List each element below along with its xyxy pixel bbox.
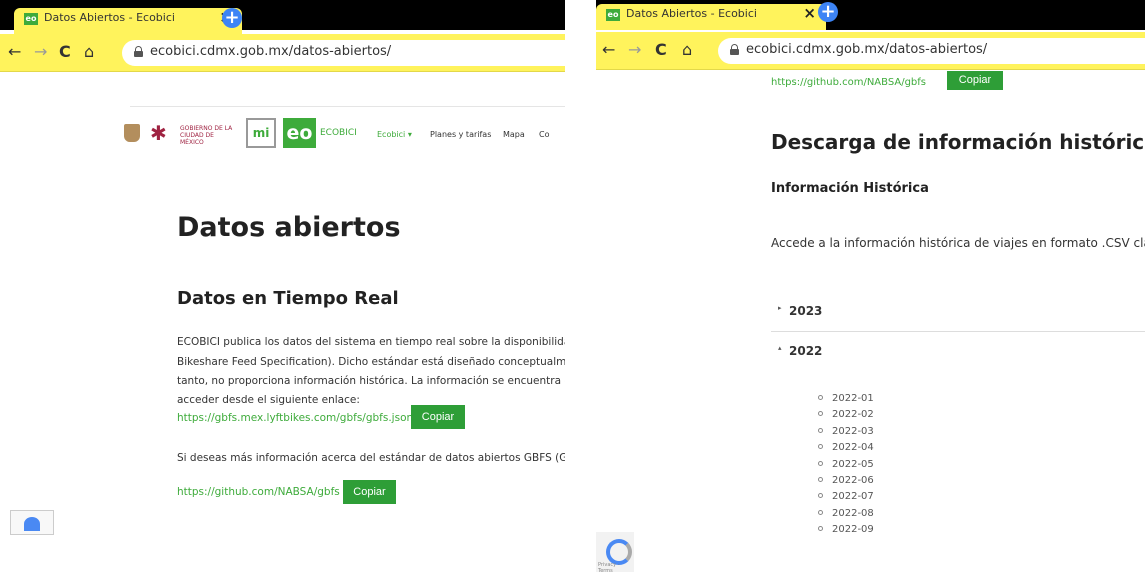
copy-github-button[interactable]: Copiar — [947, 71, 1003, 90]
paragraph-line: ECOBICI publica los datos del sistema en… — [177, 336, 565, 348]
bullet-icon — [818, 411, 823, 417]
ecobici-logo[interactable]: eo — [283, 118, 316, 148]
section-title: Descarga de información histórica — [771, 130, 1145, 154]
mi-logo: mi — [246, 118, 276, 148]
ecobici-favicon: eo — [606, 9, 620, 21]
url-text: ecobici.cdmx.gob.mx/datos-abiertos/ — [746, 42, 988, 57]
subtitle: Información Histórica — [771, 181, 929, 196]
paragraph-line: tanto, no proporciona información histór… — [177, 375, 565, 387]
browser-toolbar: ← → C ⌂ ecobici.cdmx.gob.mx/datos-abiert… — [596, 32, 1145, 70]
reload-icon[interactable]: C — [655, 41, 667, 59]
month-link[interactable]: 2022-07 — [818, 491, 874, 507]
nav-ecobici[interactable]: Ecobici ▾ — [377, 130, 412, 139]
accordion-year-2022[interactable]: ▴ 2022 — [771, 332, 1145, 372]
new-tab-icon[interactable]: + — [818, 2, 838, 22]
paragraph-line: acceder desde el siguiente enlace: — [177, 394, 360, 406]
recaptcha-icon[interactable]: Privacy - Terms — [596, 532, 634, 573]
lock-icon — [730, 44, 739, 55]
caret-right-icon: ▸ — [778, 304, 782, 312]
new-tab-icon[interactable]: + — [222, 8, 242, 28]
bullet-icon — [818, 427, 823, 433]
back-icon[interactable]: ← — [8, 43, 21, 61]
page-title: Datos abiertos — [177, 212, 401, 243]
url-text: ecobici.cdmx.gob.mx/datos-abiertos/ — [150, 44, 392, 59]
bullet-icon — [818, 509, 823, 515]
left-browser-window: eo Datos Abiertos - Ecobici × + ← → C ⌂ … — [0, 0, 565, 573]
month-link[interactable]: 2022-09 — [818, 524, 874, 540]
lock-icon — [134, 46, 143, 57]
month-link[interactable]: 2022-04 — [818, 442, 874, 458]
months-list: 2022-01 2022-02 2022-03 2022-04 2022-05 … — [818, 393, 874, 541]
tab-title: Datos Abiertos - Ecobici — [626, 7, 757, 20]
caret-up-icon: ▴ — [778, 344, 782, 352]
nav-more[interactable]: Co — [539, 130, 549, 139]
copy-gbfs-button[interactable]: Copiar — [411, 405, 465, 429]
bullet-icon — [818, 476, 823, 482]
more-info-text: Si deseas más información acerca del est… — [177, 452, 565, 464]
bullet-icon — [818, 493, 823, 499]
bullet-icon — [818, 460, 823, 466]
cdmx-logo-icon: ✱ — [150, 121, 167, 145]
github-link[interactable]: https://github.com/NABSA/gbfs — [177, 486, 340, 498]
address-bar[interactable]: ecobici.cdmx.gob.mx/datos-abiertos/ — [718, 38, 1145, 64]
month-link[interactable]: 2022-02 — [818, 409, 874, 425]
browser-toolbar: ← → C ⌂ ecobici.cdmx.gob.mx/datos-abiert… — [0, 34, 565, 72]
gov-logo-text: GOBIERNO DE LA CIUDAD DE MÉXICO — [180, 125, 233, 146]
home-icon[interactable]: ⌂ — [84, 43, 94, 61]
bullet-icon — [818, 395, 823, 400]
close-icon[interactable]: × — [803, 4, 816, 22]
section-title: Datos en Tiempo Real — [177, 288, 399, 309]
recaptcha-icon[interactable] — [10, 510, 54, 535]
historic-paragraph: Accede a la información histórica de via… — [771, 236, 1145, 250]
year-label: 2023 — [789, 304, 823, 318]
tab-title: Datos Abiertos - Ecobici — [44, 11, 175, 24]
right-browser-window: eo Datos Abiertos - Ecobici × + ← → C ⌂ … — [596, 0, 1145, 573]
bullet-icon — [818, 444, 823, 450]
month-link[interactable]: 2022-01 — [818, 393, 874, 409]
gbfs-link[interactable]: https://gbfs.mex.lyftbikes.com/gbfs/gbfs… — [177, 412, 413, 424]
nav-planes-tarifas[interactable]: Planes y tarifas — [430, 130, 491, 139]
forward-icon[interactable]: → — [34, 43, 47, 61]
tab-datos-abiertos[interactable]: eo Datos Abiertos - Ecobici × — [14, 8, 242, 34]
coat-of-arms-logo — [124, 124, 140, 142]
month-link[interactable]: 2022-05 — [818, 459, 874, 475]
month-link[interactable]: 2022-08 — [818, 508, 874, 524]
recaptcha-privacy-text[interactable]: Privacy - Terms — [598, 562, 634, 573]
ecobici-favicon: eo — [24, 13, 38, 25]
back-icon[interactable]: ← — [602, 41, 615, 59]
paragraph-line: Bikeshare Feed Specification). Dicho est… — [177, 356, 565, 368]
header-divider — [130, 106, 565, 107]
month-link[interactable]: 2022-03 — [818, 426, 874, 442]
year-label: 2022 — [789, 344, 823, 358]
copy-github-button[interactable]: Copiar — [343, 480, 396, 504]
accordion-year-2023[interactable]: ▸ 2023 — [771, 292, 1145, 332]
ecobici-brand-text: ECOBICI — [320, 128, 357, 138]
forward-icon[interactable]: → — [628, 41, 641, 59]
nav-mapa[interactable]: Mapa — [503, 130, 525, 139]
reload-icon[interactable]: C — [59, 43, 71, 61]
address-bar[interactable]: ecobici.cdmx.gob.mx/datos-abiertos/ — [122, 40, 565, 66]
github-link[interactable]: https://github.com/NABSA/gbfs — [771, 77, 926, 88]
month-link[interactable]: 2022-06 — [818, 475, 874, 491]
bullet-icon — [818, 526, 823, 532]
tab-datos-abiertos[interactable]: eo Datos Abiertos - Ecobici × — [596, 4, 826, 30]
home-icon[interactable]: ⌂ — [682, 41, 692, 59]
